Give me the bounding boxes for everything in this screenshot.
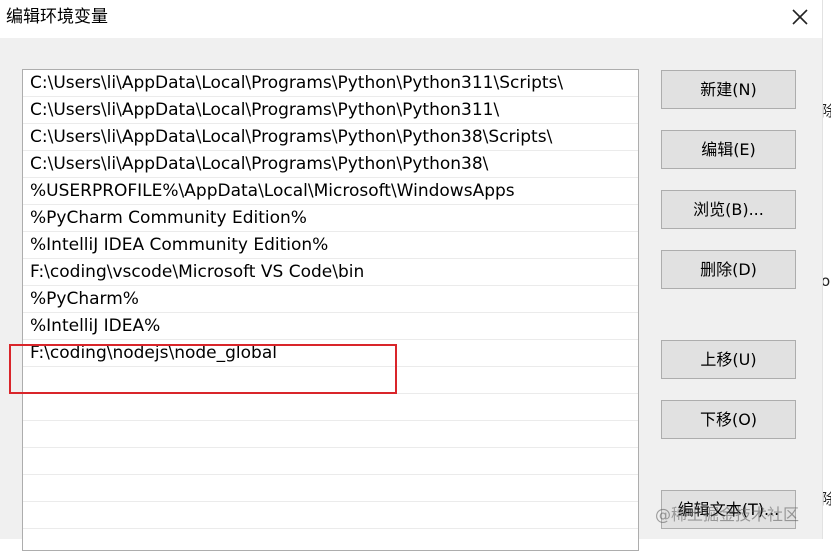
path-list-item[interactable]: %PyCharm% xyxy=(23,286,638,313)
path-list-item[interactable]: F:\coding\vscode\Microsoft VS Code\bin xyxy=(23,259,638,286)
edge-fragment: o xyxy=(823,272,830,290)
path-list-item[interactable] xyxy=(23,448,638,475)
path-list-item[interactable]: %USERPROFILE%\AppData\Local\Microsoft\Wi… xyxy=(23,178,638,205)
move-up-button[interactable]: 上移(U) xyxy=(661,340,796,379)
edge-fragment: 除 xyxy=(823,488,831,509)
move-down-button[interactable]: 下移(O) xyxy=(661,400,796,439)
path-list[interactable]: C:\Users\li\AppData\Local\Programs\Pytho… xyxy=(22,69,639,551)
edge-fragment: 除 xyxy=(823,100,831,121)
edit-button[interactable]: 编辑(E) xyxy=(661,130,796,169)
path-list-item[interactable]: C:\Users\li\AppData\Local\Programs\Pytho… xyxy=(23,70,638,97)
path-list-item[interactable] xyxy=(23,475,638,502)
path-text: F:\coding\vscode\Microsoft VS Code\bin xyxy=(30,262,365,282)
path-list-item[interactable]: C:\Users\li\AppData\Local\Programs\Pytho… xyxy=(23,124,638,151)
browse-button[interactable]: 浏览(B)... xyxy=(661,190,796,229)
path-list-item[interactable] xyxy=(23,502,638,529)
new-button[interactable]: 新建(N) xyxy=(661,70,796,109)
path-text: %PyCharm Community Edition% xyxy=(30,208,307,228)
path-list-item[interactable]: F:\coding\nodejs\node_global xyxy=(23,340,638,367)
edit-text-button[interactable]: 编辑文本(T)... xyxy=(661,490,796,529)
close-button[interactable] xyxy=(787,4,813,30)
path-list-item[interactable] xyxy=(23,394,638,421)
path-text: %IntelliJ IDEA% xyxy=(30,316,161,336)
path-list-item[interactable] xyxy=(23,421,638,448)
path-text: C:\Users\li\AppData\Local\Programs\Pytho… xyxy=(30,127,553,147)
path-list-item[interactable]: C:\Users\li\AppData\Local\Programs\Pytho… xyxy=(23,97,638,124)
path-list-item[interactable]: %PyCharm Community Edition% xyxy=(23,205,638,232)
close-icon xyxy=(792,9,808,25)
path-text: C:\Users\li\AppData\Local\Programs\Pytho… xyxy=(30,100,500,120)
path-text: C:\Users\li\AppData\Local\Programs\Pytho… xyxy=(30,73,564,93)
path-text: %USERPROFILE%\AppData\Local\Microsoft\Wi… xyxy=(30,181,515,201)
path-list-item[interactable] xyxy=(23,367,638,394)
path-text: %PyCharm% xyxy=(30,289,139,309)
path-list-item[interactable]: C:\Users\li\AppData\Local\Programs\Pytho… xyxy=(23,151,638,178)
background-window-edge: 除 o 除 xyxy=(822,0,831,539)
window-title: 编辑环境变量 xyxy=(6,7,108,27)
title-bar: 编辑环境变量 xyxy=(0,0,831,38)
path-list-item[interactable]: %IntelliJ IDEA Community Edition% xyxy=(23,232,638,259)
path-text: C:\Users\li\AppData\Local\Programs\Pytho… xyxy=(30,154,489,174)
path-text: F:\coding\nodejs\node_global xyxy=(30,343,277,363)
path-list-item[interactable]: %IntelliJ IDEA% xyxy=(23,313,638,340)
path-text: %IntelliJ IDEA Community Edition% xyxy=(30,235,329,255)
delete-button[interactable]: 删除(D) xyxy=(661,250,796,289)
